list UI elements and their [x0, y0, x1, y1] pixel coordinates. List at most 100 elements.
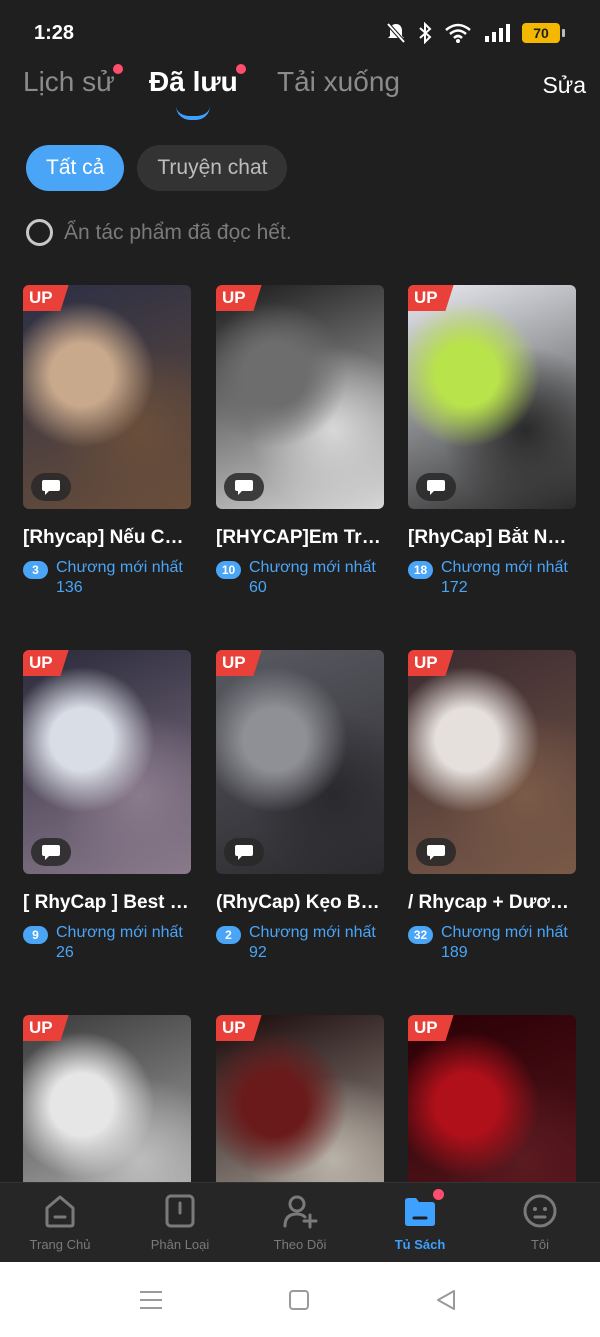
story-cover-image[interactable]: UP — [408, 1015, 576, 1182]
hide-read-toggle[interactable]: Ẩn tác phẩm đã đọc hết. — [26, 219, 292, 246]
bluetooth-icon — [419, 22, 432, 44]
chat-bubble-icon — [416, 473, 456, 501]
story-cover-image[interactable]: UP — [23, 1015, 191, 1182]
story-cover-image[interactable]: UP — [23, 285, 191, 509]
chip-chat-stories[interactable]: Truyện chat — [137, 145, 288, 191]
chip-all[interactable]: Tất cả — [26, 145, 125, 191]
unread-count-badge: 10 — [216, 561, 241, 579]
story-title[interactable]: [Rhycap] Nếu Có... — [23, 527, 191, 549]
story-card[interactable]: UP / Rhycap + Dươn... 32 Chương mới nhất 189 — [408, 650, 576, 963]
tab-history[interactable]: Lịch sử — [23, 64, 123, 98]
notification-dot — [112, 64, 123, 74]
story-card[interactable]: UP — [23, 1015, 191, 1182]
bookshelf-icon — [402, 1189, 444, 1229]
story-card[interactable]: UP — [216, 1015, 384, 1182]
story-card[interactable]: UP — [408, 1015, 576, 1182]
category-icon — [162, 1193, 198, 1229]
nav-profile[interactable]: Tôi — [480, 1193, 600, 1252]
story-meta: 2 Chương mới nhất 92 — [216, 923, 384, 963]
saved-stories-grid: UP [Rhycap] Nếu Có... 3 Chương mới nhất 136 U… — [23, 285, 583, 1182]
latest-chapter-label: Chương mới nhất — [441, 924, 568, 941]
menu-icon[interactable] — [137, 1288, 165, 1312]
story-title[interactable]: [RhyCap] Bắt Nạt... — [408, 527, 576, 549]
profile-icon — [522, 1193, 558, 1229]
latest-chapter-info: Chương mới nhất 189 — [441, 923, 568, 963]
nav-profile-label: Tôi — [530, 1237, 550, 1252]
latest-chapter-label: Chương mới nhất — [56, 559, 183, 576]
nav-category[interactable]: Phân Loại — [120, 1193, 240, 1252]
story-title[interactable]: / Rhycap + Dươn... — [408, 892, 576, 914]
nav-category-label: Phân Loại — [150, 1237, 210, 1252]
latest-chapter-info: Chương mới nhất 136 — [56, 558, 183, 598]
story-cover-image[interactable]: UP — [23, 650, 191, 874]
update-badge: UP — [216, 650, 262, 676]
nav-home-label: Trang Chủ — [29, 1237, 91, 1252]
tab-saved-label: Đã lưu — [149, 66, 238, 97]
back-icon[interactable] — [432, 1288, 460, 1312]
notification-dot — [235, 64, 246, 74]
story-cover-image[interactable]: UP — [216, 285, 384, 509]
story-card[interactable]: UP [Rhycap] Nếu Có... 3 Chương mới nhất 136 — [23, 285, 191, 598]
update-badge: UP — [216, 1015, 262, 1041]
tab-history-label: Lịch sử — [23, 66, 115, 97]
home-button-icon[interactable] — [285, 1288, 313, 1312]
latest-chapter-label: Chương mới nhất — [441, 559, 568, 576]
home-icon — [42, 1193, 78, 1229]
latest-chapter-label: Chương mới nhất — [249, 559, 376, 576]
latest-chapter-label: Chương mới nhất — [249, 924, 376, 941]
mute-bell-icon — [386, 22, 406, 44]
chat-bubble-icon — [224, 473, 264, 501]
unread-count-badge: 9 — [23, 926, 48, 944]
latest-chapter-info: Chương mới nhất 60 — [249, 558, 376, 598]
nav-follow-label: Theo Dõi — [273, 1237, 327, 1252]
nav-bookshelf-label: Tủ Sách — [394, 1237, 446, 1252]
story-title[interactable]: [RHYCAP]Em Tra... — [216, 527, 384, 549]
story-card[interactable]: UP (RhyCap) Kẹo Bô... 2 Chương mới nhất 92 — [216, 650, 384, 963]
story-cover-image[interactable]: UP — [408, 650, 576, 874]
unread-count-badge: 3 — [23, 561, 48, 579]
latest-chapter-number: 60 — [249, 579, 267, 596]
latest-chapter-number: 189 — [441, 944, 468, 961]
signal-icon — [485, 24, 510, 42]
tab-downloads[interactable]: Tải xuống — [277, 66, 400, 98]
radio-button[interactable] — [26, 219, 53, 246]
status-bar: 1:28 70 — [0, 0, 600, 64]
story-title[interactable]: (RhyCap) Kẹo Bô... — [216, 892, 384, 914]
story-card[interactable]: UP [ RhyCap ] Best F... 9 Chương mới nhất 26 — [23, 650, 191, 963]
latest-chapter-number: 136 — [56, 579, 83, 596]
unread-count-badge: 2 — [216, 926, 241, 944]
story-cover-image[interactable]: UP — [216, 650, 384, 874]
story-card[interactable]: UP [RhyCap] Bắt Nạt... 18 Chương mới nhất 17… — [408, 285, 576, 598]
latest-chapter-info: Chương mới nhất 172 — [441, 558, 568, 598]
chat-bubble-icon — [31, 838, 71, 866]
unread-count-badge: 18 — [408, 561, 433, 579]
bottom-navigation: Trang Chủ Phân Loại Theo Dõi Tủ Sách Tôi — [0, 1182, 600, 1262]
nav-home[interactable]: Trang Chủ — [0, 1193, 120, 1252]
edit-button[interactable]: Sửa — [542, 72, 586, 99]
latest-chapter-number: 26 — [56, 944, 74, 961]
filter-chips: Tất cả Truyện chat — [26, 145, 288, 191]
follow-icon — [282, 1193, 318, 1229]
tab-saved[interactable]: Đã lưu — [149, 64, 246, 98]
latest-chapter-info: Chương mới nhất 26 — [56, 923, 183, 963]
battery-indicator: 70 — [522, 23, 565, 43]
system-navigation-bar — [0, 1262, 600, 1337]
chat-bubble-icon — [224, 838, 264, 866]
story-cover-image[interactable]: UP — [408, 285, 576, 509]
status-icons: 70 — [386, 22, 565, 44]
update-badge: UP — [408, 650, 454, 676]
update-badge: UP — [23, 650, 69, 676]
story-title[interactable]: [ RhyCap ] Best F... — [23, 892, 191, 914]
nav-bookshelf[interactable]: Tủ Sách — [360, 1189, 480, 1252]
story-cover-image[interactable]: UP — [216, 1015, 384, 1182]
story-meta: 10 Chương mới nhất 60 — [216, 558, 384, 598]
update-badge: UP — [216, 285, 262, 311]
nav-follow[interactable]: Theo Dõi — [240, 1193, 360, 1252]
story-card[interactable]: UP [RHYCAP]Em Tra... 10 Chương mới nhất 60 — [216, 285, 384, 598]
chat-bubble-icon — [416, 838, 456, 866]
chat-bubble-icon — [31, 473, 71, 501]
story-meta: 3 Chương mới nhất 136 — [23, 558, 191, 598]
status-time: 1:28 — [34, 22, 75, 44]
update-badge: UP — [23, 285, 69, 311]
tab-downloads-label: Tải xuống — [277, 66, 400, 97]
